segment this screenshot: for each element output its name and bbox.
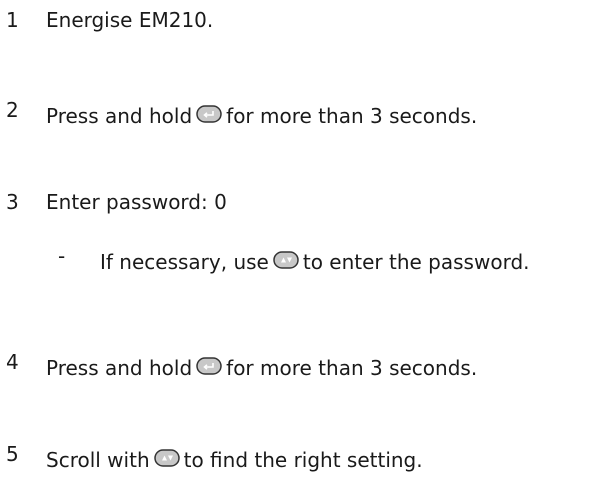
step-text-before: Press and hold bbox=[46, 356, 193, 380]
step-text-after: for more than 3 seconds. bbox=[226, 356, 478, 380]
substep-bullet: - bbox=[58, 244, 66, 268]
step-text-before: Scroll with bbox=[46, 448, 150, 472]
up-down-key-icon bbox=[273, 251, 299, 269]
enter-key-icon bbox=[196, 105, 222, 123]
step-text-after: for more than 3 seconds. bbox=[226, 104, 478, 128]
step-text: Enter password: 0 bbox=[46, 190, 227, 214]
substep-text: If necessary, use to enter the password. bbox=[100, 250, 530, 274]
enter-key-icon bbox=[196, 357, 222, 375]
up-down-key-icon bbox=[153, 449, 180, 467]
step-number: 3 bbox=[6, 190, 19, 214]
step-text-after: to find the right setting. bbox=[183, 448, 423, 472]
step-text: Energise EM210. bbox=[46, 8, 214, 32]
step-text: Press and hold for more than 3 seconds. bbox=[46, 104, 477, 128]
step-text: Press and hold for more than 3 seconds. bbox=[46, 356, 477, 380]
substep-text-before: If necessary, use bbox=[100, 250, 269, 274]
step-text-before: Press and hold bbox=[46, 104, 193, 128]
step-number: 4 bbox=[6, 350, 19, 374]
step-number: 1 bbox=[6, 8, 19, 32]
step-number: 2 bbox=[6, 98, 19, 122]
step-text: Scroll with to find the right setting. bbox=[46, 448, 423, 472]
step-number: 5 bbox=[6, 442, 19, 466]
substep-text-after: to enter the password. bbox=[302, 250, 530, 274]
